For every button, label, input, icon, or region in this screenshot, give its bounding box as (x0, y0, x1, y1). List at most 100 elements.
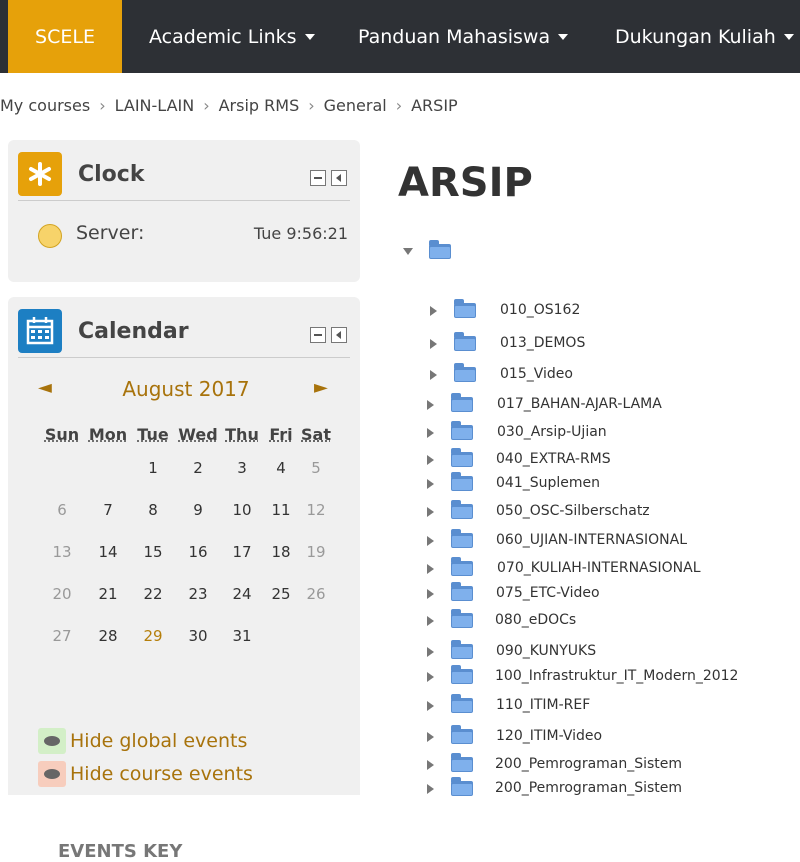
folder-label[interactable]: 200_Pemrograman_Sistem (495, 756, 682, 772)
expand-arrow-icon[interactable] (427, 760, 434, 770)
expand-arrow-icon[interactable] (427, 589, 434, 599)
calendar-day-today[interactable]: 29 (130, 615, 176, 657)
folder-label[interactable]: 120_ITIM-Video (496, 728, 602, 744)
folder-label[interactable]: 030_Arsip-Ujian (497, 424, 607, 440)
folder-label[interactable]: 015_Video (500, 366, 573, 382)
folder-row[interactable]: 013_DEMOS (430, 332, 790, 357)
folder-row[interactable]: 070_KULIAH-INTERNASIONAL (427, 557, 787, 582)
calendar-day: 22 (143, 585, 163, 603)
expand-arrow-icon[interactable] (427, 784, 434, 794)
calendar-day: 23 (188, 585, 208, 603)
expand-arrow-icon[interactable] (430, 306, 437, 316)
folder-label[interactable]: 010_OS162 (500, 302, 580, 318)
folder-row[interactable]: 041_Suplemen (427, 472, 787, 497)
breadcrumb-item[interactable]: My courses (0, 96, 90, 115)
hide-course-events-link[interactable]: Hide course events (38, 761, 338, 789)
breadcrumb-item[interactable]: LAIN-LAIN (115, 96, 195, 115)
folder-row[interactable]: 015_Video (430, 363, 790, 388)
folder-label[interactable]: 080_eDOCs (495, 612, 576, 628)
folder-row[interactable]: 110_ITIM-REF (427, 694, 787, 719)
nav-panduan-mahasiswa[interactable]: Panduan Mahasiswa (358, 0, 569, 73)
folder-label[interactable]: 017_BAHAN-AJAR-LAMA (497, 396, 662, 412)
folder-row[interactable]: 010_OS162 (430, 299, 790, 324)
folder-label[interactable]: 013_DEMOS (500, 335, 585, 351)
expand-arrow-icon[interactable] (427, 701, 434, 711)
folder-icon (429, 240, 451, 259)
calendar-day: 6 (57, 501, 67, 519)
folder-label[interactable]: 110_ITIM-REF (496, 697, 590, 713)
brand-link[interactable]: SCELE (8, 0, 122, 73)
prev-month-icon[interactable]: ◄ (38, 377, 52, 398)
folder-icon (451, 393, 473, 412)
calendar-week: 6 7 8 9 10 11 12 (38, 489, 334, 531)
folder-row[interactable]: 200_Pemrograman_Sistem (427, 777, 787, 802)
expand-arrow-icon[interactable] (403, 248, 413, 255)
expand-arrow-icon[interactable] (430, 339, 437, 349)
expand-arrow-icon[interactable] (427, 428, 434, 438)
minimize-icon[interactable] (310, 327, 326, 343)
calendar-month-label[interactable]: August 2017 (38, 377, 334, 401)
folder-icon (454, 332, 476, 351)
expand-arrow-icon[interactable] (427, 732, 434, 742)
hide-course-events-label[interactable]: Hide course events (70, 763, 253, 785)
folder-icon (451, 753, 473, 772)
calendar-grid: Sun Mon Tue Wed Thu Fri Sat 1 2 3 4 5 6 (38, 421, 334, 657)
calendar-day: 3 (237, 459, 247, 477)
folder-icon (454, 299, 476, 318)
hide-global-events-link[interactable]: Hide global events (38, 728, 338, 756)
folder-label[interactable]: 100_Infrastruktur_IT_Modern_2012 (495, 668, 738, 684)
folder-label[interactable]: 041_Suplemen (496, 475, 600, 491)
hide-global-events-label[interactable]: Hide global events (70, 730, 247, 752)
folder-icon (451, 529, 473, 548)
expand-arrow-icon[interactable] (427, 479, 434, 489)
folder-label[interactable]: 090_KUNYUKS (496, 643, 596, 659)
calendar-week: 20 21 22 23 24 25 26 (38, 573, 334, 615)
folder-row[interactable]: 090_KUNYUKS (427, 640, 787, 665)
weekday-header: Sat (301, 424, 331, 444)
breadcrumb-item[interactable]: Arsip RMS (219, 96, 300, 115)
expand-arrow-icon[interactable] (427, 507, 434, 517)
nav-academic-links[interactable]: Academic Links (149, 0, 315, 73)
folder-row[interactable]: 030_Arsip-Ujian (427, 421, 787, 446)
folder-row[interactable]: 120_ITIM-Video (427, 725, 787, 750)
folder-row[interactable]: 075_ETC-Video (427, 582, 787, 607)
folder-tree-root[interactable] (403, 240, 463, 264)
folder-label[interactable]: 070_KULIAH-INTERNASIONAL (497, 560, 701, 576)
expand-arrow-icon[interactable] (427, 647, 434, 657)
dock-icon[interactable] (331, 170, 347, 186)
dock-icon[interactable] (331, 327, 347, 343)
expand-arrow-icon[interactable] (427, 564, 434, 574)
expand-arrow-icon[interactable] (427, 400, 434, 410)
server-clock-row: Server: Tue 9:56:21 (38, 222, 358, 250)
folder-row[interactable]: 060_UJIAN-INTERNASIONAL (427, 529, 787, 554)
folder-row[interactable]: 100_Infrastruktur_IT_Modern_2012 (427, 665, 787, 690)
breadcrumb-item[interactable]: General (324, 96, 387, 115)
folder-row[interactable]: 040_EXTRA-RMS (427, 448, 787, 473)
calendar-week: 13 14 15 16 17 18 19 (38, 531, 334, 573)
nav-label: Academic Links (149, 25, 297, 48)
calendar-day: 13 (52, 543, 72, 561)
folder-label[interactable]: 075_ETC-Video (496, 585, 600, 601)
clock-block: Clock Server: Tue 9:56:21 (8, 140, 360, 282)
calendar-week: 1 2 3 4 5 (38, 447, 334, 489)
folder-label[interactable]: 060_UJIAN-INTERNASIONAL (496, 532, 687, 548)
expand-arrow-icon[interactable] (427, 672, 434, 682)
expand-arrow-icon[interactable] (427, 616, 434, 626)
next-month-icon[interactable]: ► (314, 377, 328, 398)
minimize-icon[interactable] (310, 170, 326, 186)
folder-label[interactable]: 040_EXTRA-RMS (496, 451, 611, 467)
folder-row[interactable]: 017_BAHAN-AJAR-LAMA (427, 393, 787, 418)
folder-row[interactable]: 200_Pemrograman_Sistem (427, 753, 787, 778)
folder-label[interactable]: 200_Pemrograman_Sistem (495, 780, 682, 796)
calendar-day: 16 (188, 543, 208, 561)
nav-dukungan-kuliah[interactable]: Dukungan Kuliah (615, 0, 794, 73)
calendar-day: 30 (188, 627, 208, 645)
folder-label[interactable]: 050_OSC-Silberschatz (496, 503, 650, 519)
block-title: Calendar (78, 319, 189, 344)
folder-row[interactable]: 050_OSC-Silberschatz (427, 500, 787, 525)
expand-arrow-icon[interactable] (430, 370, 437, 380)
expand-arrow-icon[interactable] (427, 536, 434, 546)
expand-arrow-icon[interactable] (427, 455, 434, 465)
folder-row[interactable]: 080_eDOCs (427, 609, 787, 634)
calendar-block: Calendar August 2017 ◄ ► Sun Mon Tue Wed… (8, 297, 360, 862)
